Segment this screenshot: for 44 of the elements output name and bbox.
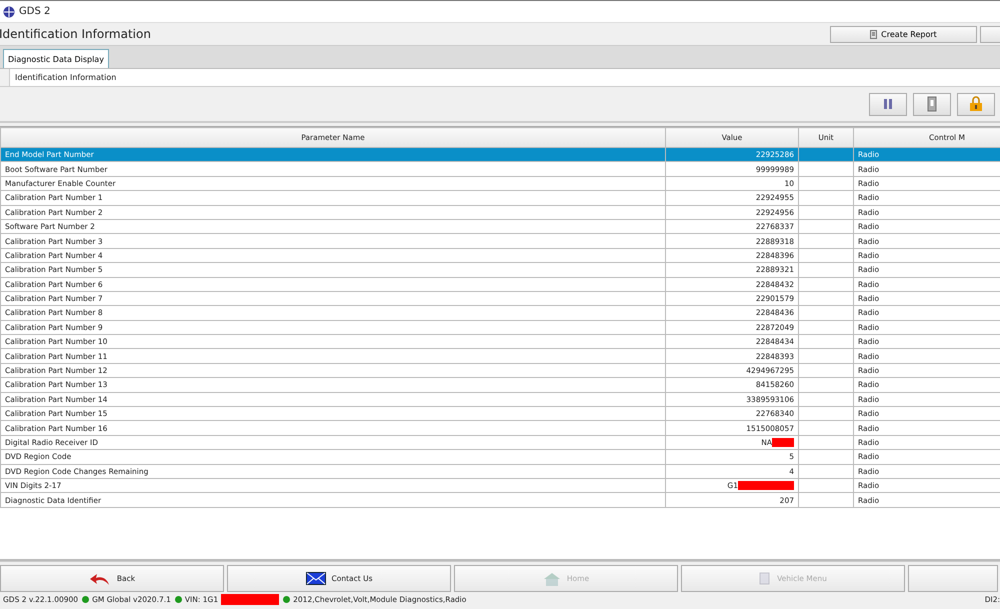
table-cell: [798, 392, 854, 407]
table-cell: [798, 334, 854, 349]
lock-icon: [969, 96, 983, 112]
toolbar-button[interactable]: [980, 26, 1000, 42]
table-cell: [798, 306, 854, 320]
table-cell: [798, 363, 854, 378]
table-cell: [798, 378, 854, 392]
table-cell: [798, 406, 854, 421]
table-cell: [798, 291, 854, 306]
house-icon: [542, 572, 561, 586]
table-cell: [798, 277, 854, 292]
globe-icon: [3, 6, 15, 18]
switch-icon: [927, 96, 937, 112]
table-cell: [798, 219, 854, 234]
pause-icon: [882, 98, 894, 110]
toolbar-button[interactable]: [869, 92, 907, 116]
table-cell: [798, 205, 854, 220]
breadcrumb: Identification Information: [10, 69, 1000, 86]
envelope-icon: [306, 572, 326, 585]
menu-page-icon: [759, 572, 772, 586]
back-arrow-icon: [88, 572, 111, 586]
table-cell: [798, 162, 854, 176]
create-report-button[interactable]: Create Report: [830, 26, 977, 42]
window-title: GDS 2: [19, 6, 50, 17]
table-cell: [798, 348, 854, 364]
table-cell: [798, 234, 854, 248]
table-cell: [798, 190, 854, 206]
toolbar-button[interactable]: [957, 92, 995, 116]
table-cell: [798, 450, 854, 464]
tab[interactable]: Diagnostic Data Display: [3, 49, 109, 68]
table-cell: [798, 248, 854, 263]
table-cell: [798, 435, 854, 450]
table-cell: [798, 320, 854, 335]
document-icon: [870, 30, 878, 38]
table-cell: [798, 478, 854, 493]
nav-button[interactable]: [908, 565, 998, 592]
table-cell: [798, 176, 854, 191]
table-cell: [798, 420, 854, 436]
table-cell: [798, 492, 854, 508]
toolbar-button[interactable]: [913, 92, 951, 116]
table-cell: [798, 262, 854, 278]
page-title: Identification Information: [0, 27, 152, 41]
table-cell: [798, 464, 854, 478]
table-cell: [798, 148, 854, 162]
